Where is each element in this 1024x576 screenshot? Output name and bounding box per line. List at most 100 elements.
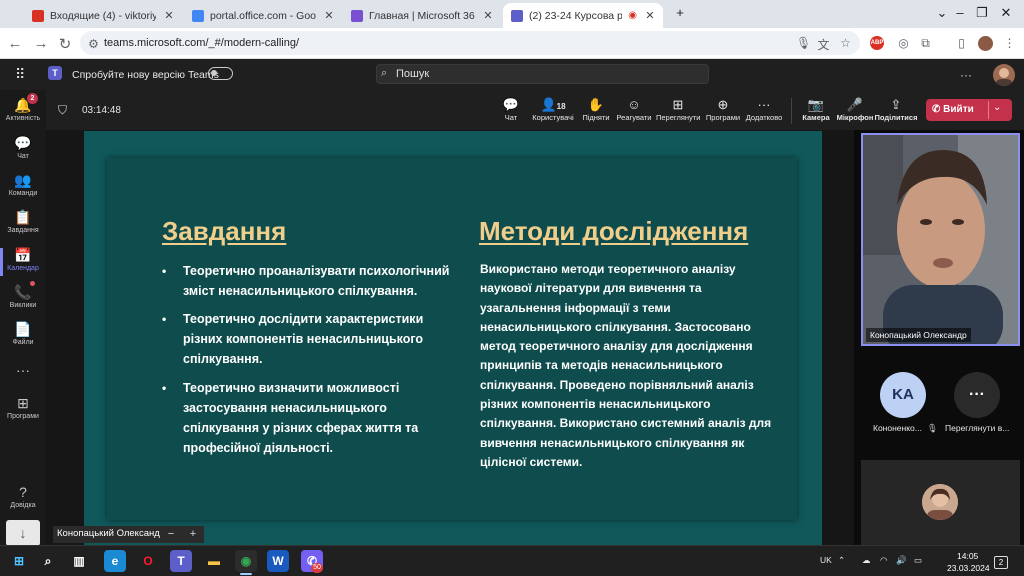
chevron-down-icon[interactable]: ⌄	[993, 102, 1001, 113]
translate-icon[interactable]: 文	[816, 36, 831, 52]
mic-icon[interactable]: 🎙	[796, 36, 811, 51]
user-avatar[interactable]	[993, 64, 1015, 86]
tab-search-icon[interactable]: ⌄	[932, 5, 952, 21]
maximize-button[interactable]: ❐	[972, 5, 992, 21]
sidepanel-icon[interactable]: ▯	[954, 36, 969, 51]
notification-badge[interactable]: 2	[994, 556, 1008, 569]
minimize-button[interactable]: –	[950, 5, 970, 20]
paragraph-line: ненасильницького спілкування. Застосован…	[480, 319, 751, 334]
browser-tab[interactable]: (2) 23-24 Курсова робота ◉ ✕	[503, 3, 663, 28]
slide-bullet: Теоретично дослідити характеристики різни…	[183, 309, 423, 369]
close-tab-icon[interactable]: ✕	[162, 9, 176, 22]
close-tab-icon[interactable]: ✕	[481, 9, 495, 22]
profile-avatar[interactable]	[978, 36, 993, 51]
star-icon[interactable]: ☆	[838, 36, 853, 51]
self-avatar	[922, 484, 958, 520]
url-text[interactable]: teams.microsoft.com/_#/modern-calling/	[104, 37, 299, 49]
teams-logo-icon: T	[48, 66, 62, 80]
new-teams-toggle[interactable]	[208, 67, 233, 80]
rail-label: Програми	[7, 413, 39, 420]
more-button[interactable]: ··· Додатково	[742, 96, 786, 122]
file-explorer-icon[interactable]: ▬	[203, 550, 225, 572]
rail-item-file[interactable]: 📄 Файли	[0, 321, 46, 346]
viber-badge: 50	[311, 563, 323, 573]
view-more-participants-button[interactable]: ···	[954, 372, 1000, 418]
zoom-out-button[interactable]: −	[168, 526, 174, 543]
new-tab-button[interactable]: +	[670, 5, 690, 20]
participant-video-tile[interactable]	[861, 133, 1020, 346]
site-info-icon[interactable]: ⚙	[86, 37, 101, 52]
bullet-line: професійної діяльності.	[183, 441, 334, 455]
share-icon: ⇪	[890, 97, 902, 112]
extension-globe-icon[interactable]: ◎	[896, 36, 911, 51]
assignments-icon: 📋	[14, 209, 32, 225]
apps-button[interactable]: ⊕ Програми	[701, 96, 745, 122]
teams-icon[interactable]: T	[170, 550, 192, 572]
volume-icon[interactable]: 🔊	[896, 555, 907, 566]
chat-button[interactable]: 💬 Чат	[489, 96, 533, 122]
close-tab-icon[interactable]: ✕	[643, 9, 657, 22]
forward-icon[interactable]: →	[32, 35, 50, 52]
camera-button[interactable]: 📷 Камера	[794, 96, 838, 122]
apps-icon: ⊞	[17, 395, 29, 411]
rail-label: Активність	[5, 115, 41, 122]
edge-icon[interactable]: e	[104, 550, 126, 572]
battery-icon[interactable]: ▭	[914, 555, 922, 566]
slide-left-heading: Завдання	[162, 216, 287, 246]
rail-item-phone[interactable]: 📞 Виклики	[0, 284, 46, 309]
rail-label: Довідка	[10, 502, 36, 509]
rail-item-apps[interactable]: ⊞ Програми	[0, 395, 46, 420]
extensions-icon[interactable]: ⧉	[918, 36, 933, 51]
browser-tab[interactable]: portal.office.com - Google Sear ✕	[184, 3, 342, 28]
participant-name: Кононенко...	[873, 423, 922, 433]
react-button[interactable]: ☺ Реагувати	[612, 96, 656, 122]
chat-label: Чат	[504, 113, 518, 122]
rail-item-teams-group[interactable]: 👥 Команди	[0, 172, 46, 197]
search-icon[interactable]: ⌕	[37, 550, 59, 572]
rail-item-calendar[interactable]: 📅 Календар	[0, 247, 46, 272]
mic-button[interactable]: 🎤 Мікрофон	[833, 96, 877, 122]
word-icon[interactable]: W	[267, 550, 289, 572]
more-icon: ···	[16, 362, 30, 378]
windows-start-icon[interactable]: ⊞	[8, 550, 30, 572]
app-launcher-icon[interactable]: ⠿	[15, 66, 25, 83]
clock-time[interactable]: 14:05	[957, 551, 978, 561]
wifi-icon[interactable]: ◠	[880, 555, 887, 566]
rail-item-bell[interactable]: 🔔 Активність	[0, 97, 46, 122]
onedrive-icon[interactable]: ☁	[862, 555, 871, 566]
activity-badge: 2	[27, 93, 38, 104]
rail-item-assignments[interactable]: 📋 Завдання	[0, 209, 46, 234]
opera-icon[interactable]: O	[137, 550, 159, 572]
close-tab-icon[interactable]: ✕	[322, 9, 336, 22]
rail-item-help[interactable]: ? Довідка	[0, 484, 46, 509]
participant-avatar[interactable]: KA	[880, 372, 926, 418]
rail-item-more[interactable]: ···	[0, 362, 46, 380]
camera-off-icon: 📷	[807, 97, 825, 112]
paragraph-line: різних компонентів ненасильницького	[480, 397, 711, 412]
menu-icon[interactable]: ⋮	[1002, 36, 1017, 51]
reload-icon[interactable]: ↻	[56, 35, 74, 53]
settings-more-icon[interactable]: ···	[960, 68, 972, 82]
shield-icon[interactable]: ⛉	[58, 103, 67, 118]
tab-title: Главная | Microsoft 365	[369, 9, 475, 22]
plus-box-icon: ⊕	[717, 97, 729, 112]
share-button[interactable]: ⇪ Поділитися	[874, 96, 918, 122]
rail-label: Чат	[17, 153, 29, 160]
adblock-icon[interactable]: ABP	[870, 36, 884, 50]
browser-tab[interactable]: Главная | Microsoft 365 ✕	[343, 3, 501, 28]
back-icon[interactable]: ←	[6, 35, 24, 52]
zoom-in-button[interactable]: +	[190, 526, 196, 543]
task-view-icon[interactable]: ▥	[68, 550, 90, 572]
chevron-up-icon[interactable]: ⌃	[838, 555, 845, 566]
view-button[interactable]: ⊞ Переглянути	[656, 96, 700, 122]
language-indicator[interactable]: UK	[820, 555, 832, 565]
rail-item-chat[interactable]: 💬 Чат	[0, 135, 46, 160]
chrome-icon[interactable]: ◉	[235, 550, 257, 572]
people-button[interactable]: 👤18 Користувачі	[531, 96, 575, 122]
browser-tab[interactable]: Входящие (4) - viktoriya.lazaren ✕	[24, 3, 182, 28]
close-window-button[interactable]: ✕	[996, 5, 1016, 21]
download-icon[interactable]: ↓	[6, 520, 40, 546]
clock-date[interactable]: 23.03.2024	[947, 563, 990, 573]
search-icon: ⌕	[381, 67, 388, 79]
camera-label: Камера	[802, 113, 830, 122]
